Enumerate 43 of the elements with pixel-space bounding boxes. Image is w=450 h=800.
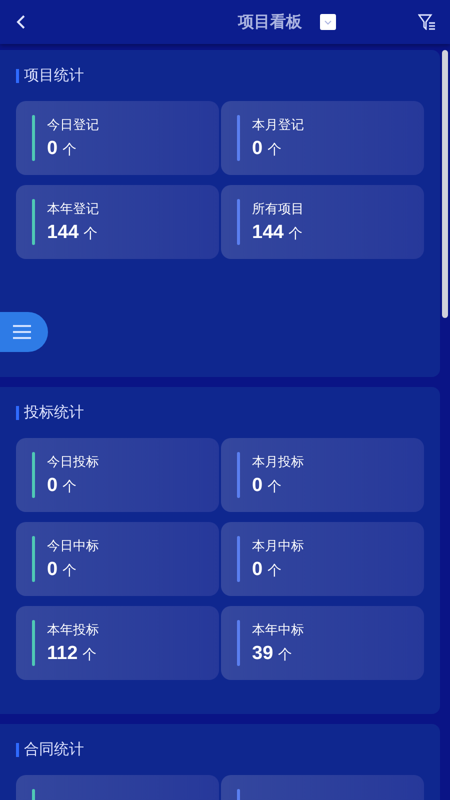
stat-value: 144 [252, 222, 284, 244]
stat-label: 本年登记 [47, 201, 99, 218]
stat-value: 0 [47, 559, 58, 581]
stat-unit: 个 [84, 225, 98, 243]
stat-label: 今日中标 [47, 538, 99, 555]
stat-unit: 个 [268, 562, 282, 580]
stat-unit: 个 [278, 646, 292, 664]
stat-value: 0 [47, 475, 58, 497]
stat-label: 本月登记 [252, 117, 304, 134]
menu-icon [12, 324, 32, 340]
filter-icon[interactable] [418, 14, 436, 30]
title-marker [16, 406, 19, 420]
stat-label: 今日投标 [47, 454, 99, 471]
stat-value: 0 [252, 475, 263, 497]
stat-label: 本月中标 [252, 538, 304, 555]
stat-label: 今日登记 [47, 117, 99, 134]
section-title: 投标统计 [24, 403, 84, 422]
stat-unit: 个 [268, 141, 282, 159]
stat-label: 本年投标 [47, 622, 99, 639]
menu-button[interactable] [0, 312, 48, 352]
stat-label: 本月投标 [252, 454, 304, 471]
stat-unit: 个 [62, 478, 77, 496]
title-marker [16, 742, 19, 756]
stat-value: 0 [47, 138, 58, 160]
scrollbar-thumb[interactable] [442, 50, 448, 318]
stat-label: 所有项目 [252, 201, 304, 218]
stat-value: 0 [252, 138, 263, 160]
section-title: 合同统计 [24, 740, 84, 759]
stat-unit: 个 [62, 141, 77, 159]
stat-unit: 个 [288, 225, 303, 243]
title-marker [16, 68, 19, 82]
stat-unit: 个 [82, 646, 97, 664]
back-icon[interactable] [16, 15, 26, 29]
stat-value: 39 [252, 643, 274, 665]
chevron-down-icon [324, 20, 332, 24]
stat-label: 本年中标 [252, 622, 304, 639]
stat-unit: 个 [268, 478, 282, 496]
page-title: 项目看板 [238, 12, 302, 32]
stat-unit: 个 [62, 562, 77, 580]
stat-value: 0 [252, 559, 263, 581]
stat-value: 112 [47, 643, 78, 665]
stat-value: 144 [47, 222, 79, 244]
section-title: 项目统计 [24, 66, 84, 85]
